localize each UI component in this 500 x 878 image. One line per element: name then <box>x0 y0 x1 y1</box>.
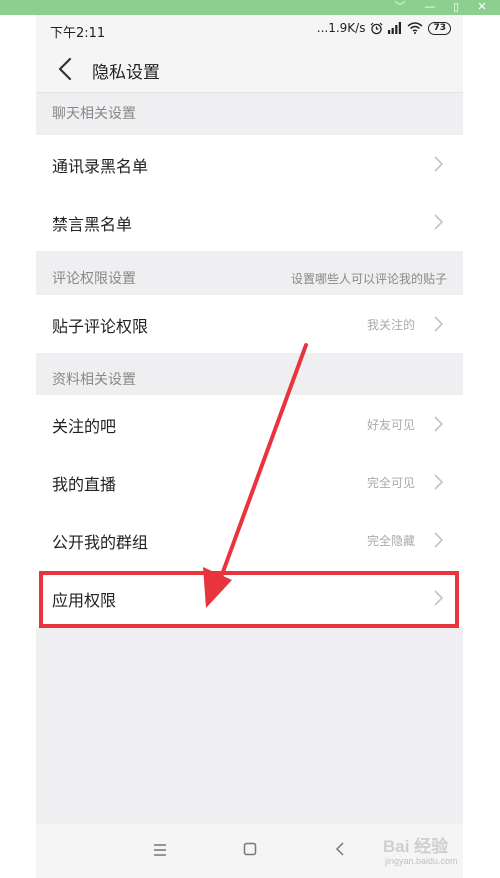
section-header-chat: 聊天相关设置 <box>36 94 463 135</box>
settings-row-public-groups[interactable]: 公开我的群组 完全隐藏 <box>36 511 463 569</box>
network-speed: ...1.9K/s <box>316 21 366 35</box>
chevron-right-icon <box>434 532 444 548</box>
row-label: 公开我的群组 <box>52 533 149 552</box>
chevron-left-icon <box>58 57 72 81</box>
home-icon[interactable] <box>238 841 262 863</box>
chevron-right-icon <box>434 474 444 490</box>
chevron-right-icon <box>434 416 444 432</box>
maximize-icon[interactable]: ▯ <box>444 0 468 15</box>
chevron-right-icon <box>434 214 444 230</box>
window-frame-right <box>463 15 500 878</box>
row-label: 应用权限 <box>52 591 117 610</box>
settings-card-comment: 贴子评论权限 我关注的 <box>36 295 463 353</box>
title-bar: 隐私设置 <box>36 45 463 93</box>
menu-icon[interactable] <box>148 841 172 863</box>
alarm-icon <box>371 22 383 34</box>
settings-card-chat: 通讯录黑名单 禁言黑名单 <box>36 135 463 251</box>
row-value: 完全可见 <box>366 476 415 490</box>
dropdown-icon[interactable]: ﹀ <box>388 0 412 15</box>
row-label: 贴子评论权限 <box>52 317 149 336</box>
page-title: 隐私设置 <box>92 63 160 83</box>
back-button[interactable] <box>50 53 80 85</box>
section-title: 资料相关设置 <box>52 372 136 388</box>
battery-indicator: 73 <box>428 21 451 35</box>
row-value: 完全隐藏 <box>366 534 415 548</box>
status-indicators: ...1.9K/s 73 <box>317 21 451 35</box>
phone-screen: 下午2:11 ...1.9K/s 73 隐私设置 聊天相关设置 通讯录黑名单 禁… <box>36 15 463 878</box>
settings-row-post-comment-permission[interactable]: 贴子评论权限 我关注的 <box>36 295 463 353</box>
settings-row-app-permissions[interactable]: 应用权限 <box>36 569 463 627</box>
row-value: 好友可见 <box>366 418 415 432</box>
chevron-right-icon <box>434 316 444 332</box>
back-icon[interactable] <box>328 841 352 863</box>
chevron-right-icon <box>434 156 444 172</box>
section-hint: 设置哪些人可以评论我的贴子 <box>290 272 447 286</box>
watermark-url: jingyan.baidu.com <box>385 856 458 866</box>
row-label: 我的直播 <box>52 475 117 494</box>
status-bar: 下午2:11 ...1.9K/s 73 <box>36 15 463 45</box>
row-label: 通讯录黑名单 <box>52 157 149 176</box>
watermark: Bai 经验 jingyan.baidu.com <box>383 826 483 872</box>
settings-row-my-live[interactable]: 我的直播 完全可见 <box>36 453 463 511</box>
settings-row-contacts-blacklist[interactable]: 通讯录黑名单 <box>36 135 463 193</box>
window-title-bar: ﹀ — ▯ ✕ <box>0 0 500 15</box>
section-title: 聊天相关设置 <box>52 106 136 122</box>
settings-card-profile: 关注的吧 好友可见 我的直播 完全可见 公开我的群组 完全隐藏 应用权限 <box>36 395 463 627</box>
section-title: 评论权限设置 <box>52 271 136 287</box>
section-header-comment: 评论权限设置 设置哪些人可以评论我的贴子 <box>36 259 463 300</box>
row-label: 禁言黑名单 <box>52 215 133 234</box>
window-frame-left <box>0 15 36 878</box>
settings-row-mute-blacklist[interactable]: 禁言黑名单 <box>36 193 463 251</box>
wifi-icon <box>407 22 423 34</box>
signal-icon <box>388 22 402 34</box>
close-icon[interactable]: ✕ <box>470 0 494 15</box>
status-time: 下午2:11 <box>50 26 106 41</box>
watermark-logo: Bai 经验 <box>383 837 449 856</box>
minimize-icon[interactable]: — <box>418 0 442 15</box>
row-value: 我关注的 <box>366 318 415 332</box>
settings-row-followed-forums[interactable]: 关注的吧 好友可见 <box>36 395 463 453</box>
chevron-right-icon <box>434 590 444 606</box>
row-label: 关注的吧 <box>52 417 117 436</box>
